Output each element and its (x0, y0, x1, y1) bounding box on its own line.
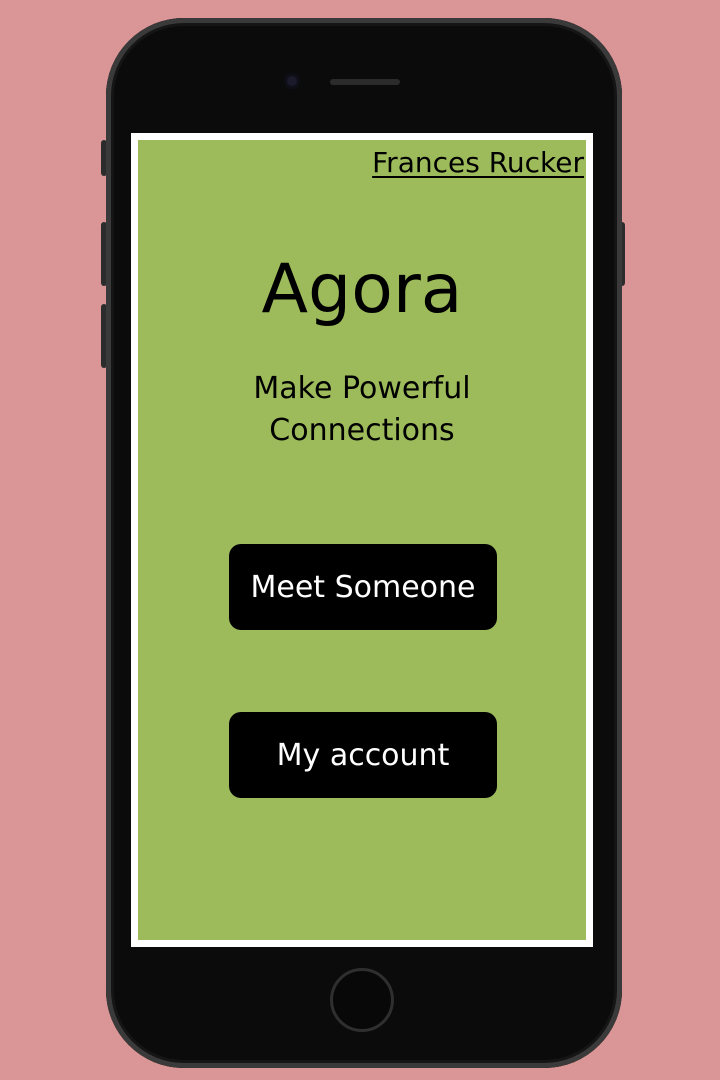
my-account-button[interactable]: My account (229, 712, 497, 798)
tagline-line-2: Connections (269, 413, 455, 448)
tagline-line-1: Make Powerful (253, 371, 471, 406)
meet-someone-button[interactable]: Meet Someone (229, 544, 497, 630)
front-camera-icon (284, 73, 300, 89)
app-title: Agora (261, 250, 463, 329)
user-name-link[interactable]: Frances Rucker (372, 146, 584, 179)
device-mockup: Frances Rucker Agora Make Powerful Conne… (0, 0, 720, 1080)
earpiece-speaker (330, 79, 400, 85)
tagline: Make Powerful Connections (138, 368, 586, 452)
app-screen: Frances Rucker Agora Make Powerful Conne… (131, 133, 593, 947)
home-button[interactable] (330, 968, 394, 1032)
